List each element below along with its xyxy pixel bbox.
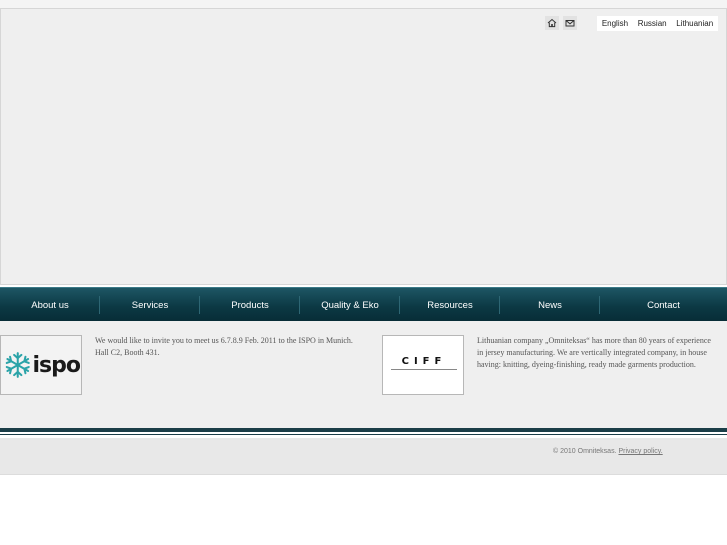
- privacy-policy-link[interactable]: Privacy policy.: [618, 448, 662, 455]
- nav-products[interactable]: Products: [200, 288, 300, 322]
- footer-divider-thin: [0, 434, 727, 435]
- ciff-logo-underline: [391, 369, 457, 370]
- content-area: ispo We would like to invite you to meet…: [0, 321, 727, 428]
- header-banner: [0, 8, 727, 285]
- language-selector: English Russian Lithuanian: [597, 16, 718, 31]
- nav-quality-eko[interactable]: Quality & Eko: [300, 288, 400, 322]
- nav-resources[interactable]: Resources: [400, 288, 500, 322]
- footer-divider-thick: [0, 428, 727, 432]
- ciff-logo[interactable]: CIFF: [382, 335, 464, 395]
- main-nav: About us Services Products Quality & Eko…: [0, 287, 727, 322]
- ciff-logo-text: CIFF: [401, 356, 447, 367]
- copyright-text: © 2010 Omniteksas.: [553, 448, 619, 455]
- lang-lithuanian[interactable]: Lithuanian: [676, 19, 713, 28]
- home-icon[interactable]: [545, 16, 559, 30]
- lang-english[interactable]: English: [602, 19, 628, 28]
- ispo-invitation-text: We would like to invite you to meet us 6…: [95, 336, 353, 357]
- nav-about-us[interactable]: About us: [0, 288, 100, 322]
- ispo-logo[interactable]: ispo: [0, 335, 82, 395]
- snowflake-icon: [5, 352, 30, 378]
- company-description-text: Lithuanian company „Omniteksas“ has more…: [477, 336, 711, 369]
- footer: © 2010 Omniteksas. Privacy policy.: [0, 438, 727, 475]
- footer-text: © 2010 Omniteksas. Privacy policy.: [553, 448, 663, 455]
- lang-russian[interactable]: Russian: [638, 19, 667, 28]
- nav-services[interactable]: Services: [100, 288, 200, 322]
- mail-icon[interactable]: [563, 16, 577, 30]
- nav-news[interactable]: News: [500, 288, 600, 322]
- ispo-logo-text: ispo: [32, 352, 81, 378]
- utility-icons: [545, 16, 577, 30]
- nav-contact[interactable]: Contact: [600, 288, 727, 322]
